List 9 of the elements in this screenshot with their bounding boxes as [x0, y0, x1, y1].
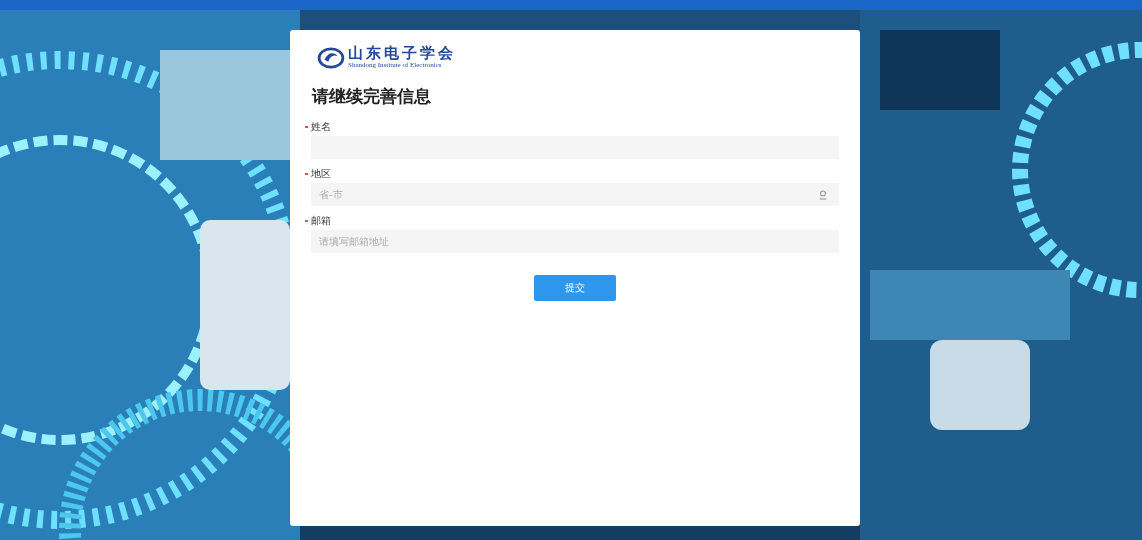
- field-label: 姓名: [311, 120, 331, 135]
- field-label: 地区: [311, 167, 331, 182]
- region-picker[interactable]: 省-市: [311, 183, 839, 207]
- logo-name: 山东电子学会: [348, 46, 456, 62]
- form-title: 请继续完善信息: [312, 85, 432, 109]
- location-pin-icon: [819, 190, 827, 201]
- submit-button[interactable]: 提交: [534, 275, 616, 302]
- field-label: 邮箱: [311, 214, 331, 229]
- logo-icon: [317, 46, 345, 69]
